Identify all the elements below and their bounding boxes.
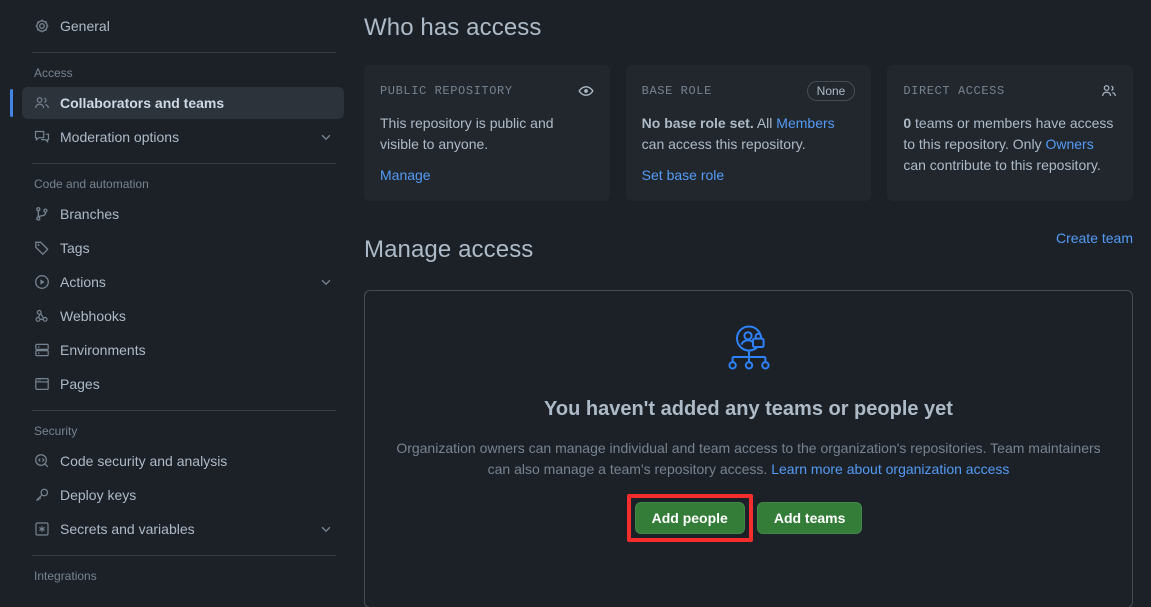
sidebar-item-label: Code security and analysis [60,453,228,469]
add-teams-button[interactable]: Add teams [756,502,863,534]
sidebar-item-deploy-keys[interactable]: Deploy keys [22,479,344,511]
sidebar-group-access: Access Collaborators and teams Moderatio… [10,63,344,153]
manage-access-empty-state: You haven't added any teams or people ye… [364,290,1133,607]
sidebar-item-branches[interactable]: Branches [22,198,344,230]
sidebar-item-general[interactable]: General [22,10,344,42]
sidebar-group-security: Security Code security and analysis Depl… [22,421,344,545]
chevron-down-icon[interactable] [318,274,334,290]
settings-page: General Access Collaborators and teams M… [0,0,1151,607]
card-body-mid: All [753,115,777,131]
people-icon [1101,83,1117,99]
card-kicker: Base role [641,84,712,98]
empty-state-description: Organization owners can manage individua… [396,438,1102,480]
card-header: Direct access [903,81,1117,101]
sidebar-item-collaborators-and-teams[interactable]: Collaborators and teams [10,87,344,119]
sidebar-item-label: Pages [60,376,100,392]
sidebar-divider [32,555,336,556]
base-role-badge: None [806,81,856,101]
card-body: No base role set. All Members can access… [642,113,856,155]
codescan-icon [34,453,50,469]
browser-icon [34,376,50,392]
sidebar-item-label: Tags [60,240,90,256]
sidebar-item-pages[interactable]: Pages [22,368,344,400]
manage-link[interactable]: Manage [380,167,431,183]
key-icon [34,487,50,503]
sidebar-divider [32,52,336,53]
chevron-down-icon[interactable] [318,521,334,537]
public-repository-card: Public repository This repository is pub… [364,65,610,201]
main-content: Who has access Public repository This re… [360,0,1151,607]
card-kicker: Public repository [380,84,513,98]
sidebar-item-label: Environments [60,342,146,358]
chevron-down-icon[interactable] [318,129,334,145]
set-base-role-link[interactable]: Set base role [642,167,725,183]
webhook-icon [34,308,50,324]
card-body-tail: can contribute to this repository. [903,157,1101,173]
sidebar-item-label: Webhooks [60,308,126,324]
settings-sidebar: General Access Collaborators and teams M… [0,0,360,607]
direct-access-card: Direct access 0 teams or members have ac… [887,65,1134,201]
card-body: 0 teams or members have access to this r… [903,113,1117,176]
sidebar-item-secrets-and-variables[interactable]: Secrets and variables [22,513,344,545]
sidebar-item-label: General [60,18,110,34]
sidebar-item-environments[interactable]: Environments [22,334,344,366]
sidebar-item-label: Branches [60,206,120,222]
card-header: Public repository [380,81,594,101]
git-branch-icon [34,206,50,222]
asterisk-box-icon [34,521,50,537]
gear-icon [34,18,50,34]
sidebar-item-moderation-options[interactable]: Moderation options [22,121,344,153]
sidebar-divider [32,410,336,411]
play-circle-icon [34,274,50,290]
sidebar-item-label: Moderation options [60,129,180,145]
members-link[interactable]: Members [776,115,834,131]
card-body-bold: 0 [903,115,912,131]
sidebar-group-title: Access [34,66,73,80]
tag-icon [34,240,50,256]
sidebar-divider [32,163,336,164]
card-body-bold: No base role set. [641,115,754,131]
comment-discussion-icon [34,129,50,145]
base-role-card: Base role None No base role set. All Mem… [625,65,872,201]
empty-state-actions: Add people Add teams [365,494,1132,542]
card-body-tail: can access this repository. [641,136,806,152]
who-has-access-title: Who has access [364,14,542,41]
learn-more-about-organization-access-link[interactable]: Learn more about organization access [771,461,1009,477]
manage-access-title: Manage access [364,236,534,263]
card-kicker: Direct access [903,84,1005,98]
owners-link[interactable]: Owners [1045,136,1093,152]
access-cards: Public repository This repository is pub… [364,65,1134,201]
sidebar-group-title: Integrations [34,569,97,583]
server-icon [34,342,50,358]
eye-icon [578,83,594,99]
sidebar-item-label: Collaborators and teams [60,95,225,111]
sidebar-group-title: Code and automation [34,177,149,191]
people-icon [34,95,50,111]
card-body: This repository is public and visible to… [380,115,554,152]
create-team-link[interactable]: Create team [1056,230,1133,246]
sidebar-group-integrations: Integrations [22,566,344,584]
sidebar-item-label: Actions [60,274,106,290]
sidebar-item-code-security-and-analysis[interactable]: Code security and analysis [22,445,344,477]
sidebar-item-webhooks[interactable]: Webhooks [22,300,344,332]
sidebar-group-title: Security [34,424,78,438]
sidebar-item-label: Deploy keys [60,487,137,503]
card-header: Base role None [642,81,856,101]
sidebar-item-label: Secrets and variables [60,521,195,537]
manage-access-header: Manage access Create team [364,230,1133,266]
add-people-button[interactable]: Add people [634,502,745,534]
sidebar-item-tags[interactable]: Tags [22,232,344,264]
sidebar-group-code-and-automation: Code and automation Branches Tags Action… [22,174,344,400]
sidebar-item-actions[interactable]: Actions [22,266,344,298]
empty-state-title: You haven't added any teams or people ye… [544,398,953,420]
org-access-lock-illustration [365,323,1132,381]
